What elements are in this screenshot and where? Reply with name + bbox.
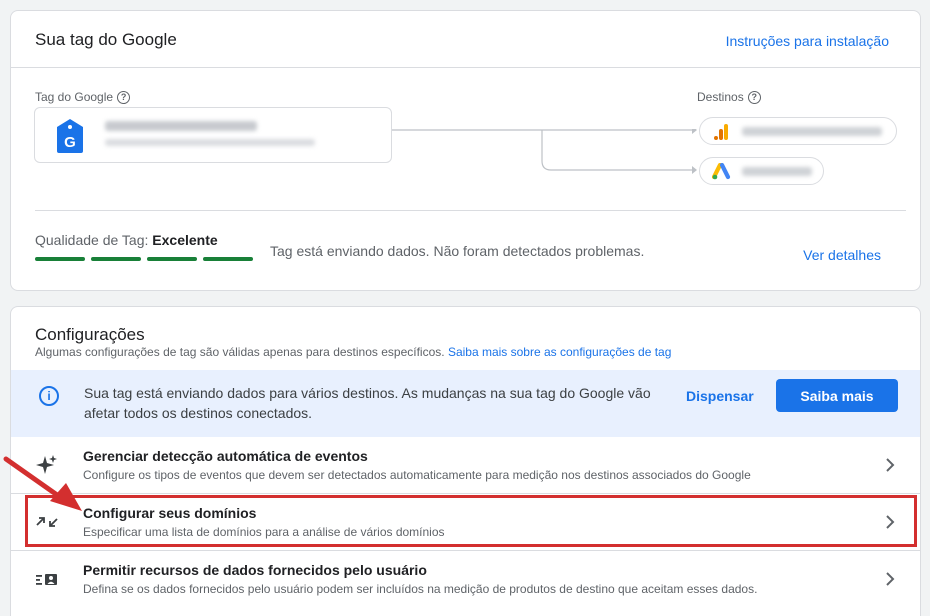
divider [35, 210, 906, 211]
redacted-tag-name [105, 121, 257, 131]
settings-row-user-provided-data[interactable]: Permitir recursos de dados fornecidos pe… [11, 550, 920, 607]
row-description: Defina se os dados fornecidos pelo usuár… [83, 582, 758, 596]
analytics-icon [714, 124, 728, 140]
user-data-icon [36, 574, 57, 585]
tag-quality-label: Qualidade de Tag: Excelente [35, 232, 218, 248]
learn-more-button[interactable]: Saiba mais [776, 379, 898, 412]
destination-analytics[interactable] [699, 117, 897, 145]
settings-row-configure-domains[interactable]: Configurar seus domínios Especificar uma… [11, 493, 920, 550]
redacted-destination-name [742, 127, 882, 136]
google-ads-icon [712, 163, 731, 180]
quality-bar [203, 257, 253, 261]
row-title: Configurar seus domínios [83, 505, 257, 521]
redacted-tag-id [105, 139, 315, 146]
settings-learn-more-link[interactable]: Saiba mais sobre as configurações de tag [448, 345, 671, 359]
svg-text:G: G [64, 134, 76, 151]
quality-value: Excelente [152, 232, 218, 248]
row-description: Configure os tipos de eventos que devem … [83, 468, 751, 482]
destination-ads[interactable] [699, 157, 824, 185]
google-tag-card: Sua tag do Google Instruções para instal… [10, 10, 921, 291]
settings-subtitle: Algumas configurações de tag são válidas… [35, 345, 671, 359]
info-icon: i [39, 386, 59, 406]
settings-title: Configurações [35, 325, 145, 344]
quality-bars [35, 257, 253, 261]
info-banner: i Sua tag está enviando dados para vário… [11, 370, 920, 437]
install-instructions-link[interactable]: Instruções para instalação [726, 33, 889, 49]
row-title: Permitir recursos de dados fornecidos pe… [83, 562, 427, 578]
destinations-label: Destinos ? [697, 90, 761, 104]
quality-bar [147, 257, 197, 261]
destinations-label-text: Destinos [697, 90, 744, 104]
redacted-destination-name [742, 167, 812, 176]
row-description: Especificar uma lista de domínios para a… [83, 525, 445, 539]
quality-bar [35, 257, 85, 261]
settings-card: Configurações Algumas configurações de t… [10, 306, 921, 616]
google-tag-logo-icon: G [57, 119, 83, 153]
help-icon[interactable]: ? [747, 90, 761, 104]
google-tag-box[interactable]: G [34, 107, 392, 163]
help-icon[interactable]: ? [117, 90, 131, 104]
tag-destination-connector [392, 129, 697, 174]
view-details-link[interactable]: Ver detalhes [803, 247, 881, 263]
tag-label: Tag do Google ? [35, 90, 131, 104]
row-title: Gerenciar detecção automática de eventos [83, 448, 368, 464]
divider [11, 67, 920, 68]
dismiss-button[interactable]: Dispensar [686, 388, 754, 404]
tag-label-text: Tag do Google [35, 90, 114, 104]
banner-text: Sua tag está enviando dados para vários … [84, 385, 651, 421]
tag-card-title: Sua tag do Google [35, 30, 177, 49]
quality-status-text: Tag está enviando dados. Não foram detec… [270, 243, 645, 259]
chevron-right-icon [886, 458, 895, 472]
quality-bar [91, 257, 141, 261]
quality-label-text: Qualidade de Tag: [35, 232, 149, 248]
annotation-arrow-icon [3, 456, 82, 511]
chevron-right-icon [886, 572, 895, 586]
chevron-right-icon [886, 515, 895, 529]
settings-subtitle-text: Algumas configurações de tag são válidas… [35, 345, 445, 359]
settings-row-event-detection[interactable]: Gerenciar detecção automática de eventos… [11, 437, 920, 493]
